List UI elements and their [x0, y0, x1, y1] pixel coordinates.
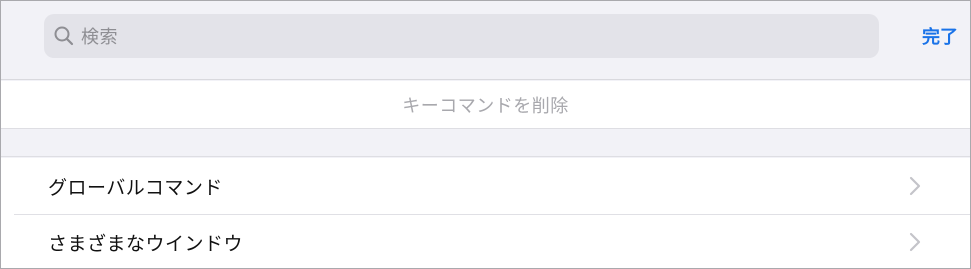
list-item-label: グローバルコマンド: [48, 176, 223, 199]
chevron-right-icon: [908, 231, 922, 253]
command-category-list: グローバルコマンド さまざまなウインドウ: [1, 158, 970, 268]
list-item-label: さまざまなウインドウ: [48, 232, 244, 255]
key-commands-panel: 検索 完了 キーコマンドを削除 グローバルコマンド さまざまなウインドウ: [0, 0, 971, 269]
done-button[interactable]: 完了: [922, 23, 958, 49]
search-icon: [53, 25, 75, 47]
list-item-global-commands[interactable]: グローバルコマンド: [1, 158, 970, 214]
delete-key-commands-label: キーコマンドを削除: [402, 95, 569, 117]
chevron-right-icon: [908, 175, 922, 197]
section-separator: [1, 130, 970, 157]
list-item-various-windows[interactable]: さまざまなウインドウ: [1, 214, 970, 268]
search-bar: 検索 完了: [1, 1, 970, 80]
search-input[interactable]: 検索: [44, 14, 879, 58]
delete-key-commands-button[interactable]: キーコマンドを削除: [1, 81, 970, 129]
search-placeholder: 検索: [81, 27, 118, 48]
